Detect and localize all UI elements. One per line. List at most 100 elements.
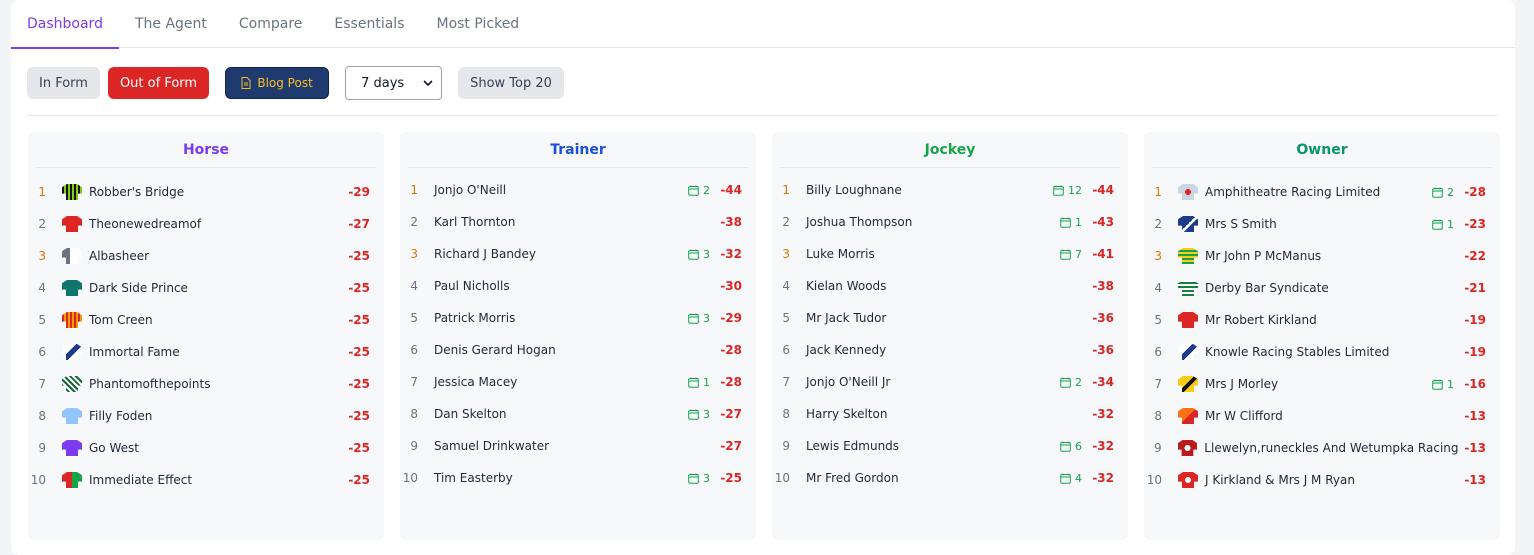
owner-row[interactable]: 5 Mr Robert Kirkland -19 [1144,304,1500,336]
horse-name[interactable]: Robber's Bridge [89,185,342,199]
runs-count: 1 [1060,216,1082,229]
owner-name[interactable]: Mr John P McManus [1205,249,1458,263]
jockey-name[interactable]: Jack Kennedy [806,343,1086,357]
owner-row[interactable]: 9 Llewelyn,runeckles And Wetumpka Racing -… [1144,432,1500,464]
jockey-silk-icon [1178,216,1198,232]
horse-row[interactable]: 4 Dark Side Prince -25 [28,272,384,304]
trainer-name[interactable]: Jonjo O'Neill [434,183,688,197]
horse-row[interactable]: 10 Immediate Effect -25 [28,464,384,496]
horse-name[interactable]: Phantomofthepoints [89,377,342,391]
show-top-button[interactable]: Show Top 20 [458,67,564,99]
owner-name[interactable]: Mrs J Morley [1205,377,1432,391]
trainer-name[interactable]: Richard J Bandey [434,247,688,261]
jockey-name[interactable]: Jonjo O'Neill Jr [806,375,1060,389]
jockey-name[interactable]: Mr Jack Tudor [806,311,1086,325]
tab-the-agent[interactable]: The Agent [119,0,223,48]
owner-row[interactable]: 7 Mrs J Morley 1 -16 [1144,368,1500,400]
jockey-row[interactable]: 10 Mr Fred Gordon 4 -32 [772,462,1128,494]
horse-row[interactable]: 5 Tom Creen -25 [28,304,384,336]
trainer-row[interactable]: 9 Samuel Drinkwater -27 [400,430,756,462]
tab-compare[interactable]: Compare [223,0,319,48]
owner-name[interactable]: J Kirkland & Mrs J M Ryan [1205,473,1458,487]
jockey-row[interactable]: 6 Jack Kennedy -36 [772,334,1128,366]
jockey-row[interactable]: 2 Joshua Thompson 1 -43 [772,206,1128,238]
jockey-name[interactable]: Mr Fred Gordon [806,471,1060,485]
jockey-row[interactable]: 7 Jonjo O'Neill Jr 2 -34 [772,366,1128,398]
trainer-row[interactable]: 2 Karl Thornton -38 [400,206,756,238]
owner-name[interactable]: Amphitheatre Racing Limited [1205,185,1432,199]
trainer-name[interactable]: Dan Skelton [434,407,688,421]
trainer-row[interactable]: 5 Patrick Morris 3 -29 [400,302,756,334]
trainer-name[interactable]: Tim Easterby [434,471,688,485]
owner-name[interactable]: Derby Bar Syndicate [1205,281,1458,295]
trainer-name[interactable]: Karl Thornton [434,215,714,229]
jockey-row[interactable]: 5 Mr Jack Tudor -36 [772,302,1128,334]
jockey-name[interactable]: Harry Skelton [806,407,1086,421]
owner-row[interactable]: 8 Mr W Clifford -13 [1144,400,1500,432]
blog-post-button[interactable]: Blog Post [225,67,330,99]
trainer-row[interactable]: 1 Jonjo O'Neill 2 -44 [400,174,756,206]
in-form-button[interactable]: In Form [27,67,100,99]
owner-name[interactable]: Mr W Clifford [1205,409,1458,423]
jockey-row[interactable]: 4 Kielan Woods -38 [772,270,1128,302]
trainer-row[interactable]: 6 Denis Gerard Hogan -28 [400,334,756,366]
horse-name[interactable]: Filly Foden [89,409,342,423]
horse-name[interactable]: Theonewedreamof [89,217,342,231]
trainer-name[interactable]: Patrick Morris [434,311,688,325]
owner-name[interactable]: Mrs S Smith [1205,217,1432,231]
horse-row[interactable]: 8 Filly Foden -25 [28,400,384,432]
jockey-name[interactable]: Joshua Thompson [806,215,1060,229]
horse-name[interactable]: Tom Creen [89,313,342,327]
runs-count-value: 7 [1075,247,1082,261]
rank-number: 8 [1154,409,1162,423]
owner-name[interactable]: Mr Robert Kirkland [1205,313,1458,327]
trainer-name[interactable]: Jessica Macey [434,375,688,389]
tab-essentials[interactable]: Essentials [318,0,420,48]
tab-most-picked[interactable]: Most Picked [420,0,535,48]
trainer-row[interactable]: 3 Richard J Bandey 3 -32 [400,238,756,270]
jockey-row[interactable]: 1 Billy Loughnane 12 -44 [772,174,1128,206]
horse-row[interactable]: 7 Phantomofthepoints -25 [28,368,384,400]
horse-name[interactable]: Dark Side Prince [89,281,342,295]
jockey-name[interactable]: Kielan Woods [806,279,1086,293]
trainer-row[interactable]: 10 Tim Easterby 3 -25 [400,462,756,494]
owner-name[interactable]: Knowle Racing Stables Limited [1205,345,1458,359]
horse-row[interactable]: 1 Robber's Bridge -29 [28,176,384,208]
horse-name[interactable]: Go West [89,441,342,455]
owner-name[interactable]: Llewelyn,runeckles And Wetumpka Racing [1204,441,1458,455]
trainer-name[interactable]: Denis Gerard Hogan [434,343,714,357]
horse-name[interactable]: Albasheer [89,249,342,263]
trainer-row[interactable]: 7 Jessica Macey 1 -28 [400,366,756,398]
horse-row[interactable]: 9 Go West -25 [28,432,384,464]
form-value: -13 [1464,441,1486,455]
owner-row[interactable]: 6 Knowle Racing Stables Limited -19 [1144,336,1500,368]
trainer-name[interactable]: Paul Nicholls [434,279,714,293]
horse-row[interactable]: 2 Theonewedreamof -27 [28,208,384,240]
out-of-form-button[interactable]: Out of Form [107,67,210,99]
runs-count-value: 1 [1447,377,1454,391]
runs-count: 1 [688,376,710,389]
jockey-row[interactable]: 3 Luke Morris 7 -41 [772,238,1128,270]
owner-row[interactable]: 3 Mr John P McManus -22 [1144,240,1500,272]
owner-row[interactable]: 2 Mrs S Smith 1 -23 [1144,208,1500,240]
days-select[interactable]: 7 days [345,66,443,100]
horse-row[interactable]: 6 Immortal Fame -25 [28,336,384,368]
horse-name[interactable]: Immortal Fame [89,345,342,359]
owner-row[interactable]: 1 Amphitheatre Racing Limited 2 -28 [1144,176,1500,208]
trainer-row[interactable]: 4 Paul Nicholls -30 [400,270,756,302]
calendar-icon [1060,249,1071,260]
jockey-row[interactable]: 8 Harry Skelton -32 [772,398,1128,430]
runs-count: 3 [688,408,710,421]
owner-row[interactable]: 10 J Kirkland & Mrs J M Ryan -13 [1144,464,1500,496]
tab-dashboard[interactable]: Dashboard [11,0,119,49]
horse-row[interactable]: 3 Albasheer -25 [28,240,384,272]
horse-name[interactable]: Immediate Effect [89,473,342,487]
jockey-name[interactable]: Luke Morris [806,247,1060,261]
jockey-row[interactable]: 9 Lewis Edmunds 6 -32 [772,430,1128,462]
rank-number: 5 [38,313,46,327]
jockey-name[interactable]: Lewis Edmunds [806,439,1060,453]
owner-row[interactable]: 4 Derby Bar Syndicate -21 [1144,272,1500,304]
jockey-name[interactable]: Billy Loughnane [806,183,1053,197]
trainer-row[interactable]: 8 Dan Skelton 3 -27 [400,398,756,430]
trainer-name[interactable]: Samuel Drinkwater [434,439,714,453]
